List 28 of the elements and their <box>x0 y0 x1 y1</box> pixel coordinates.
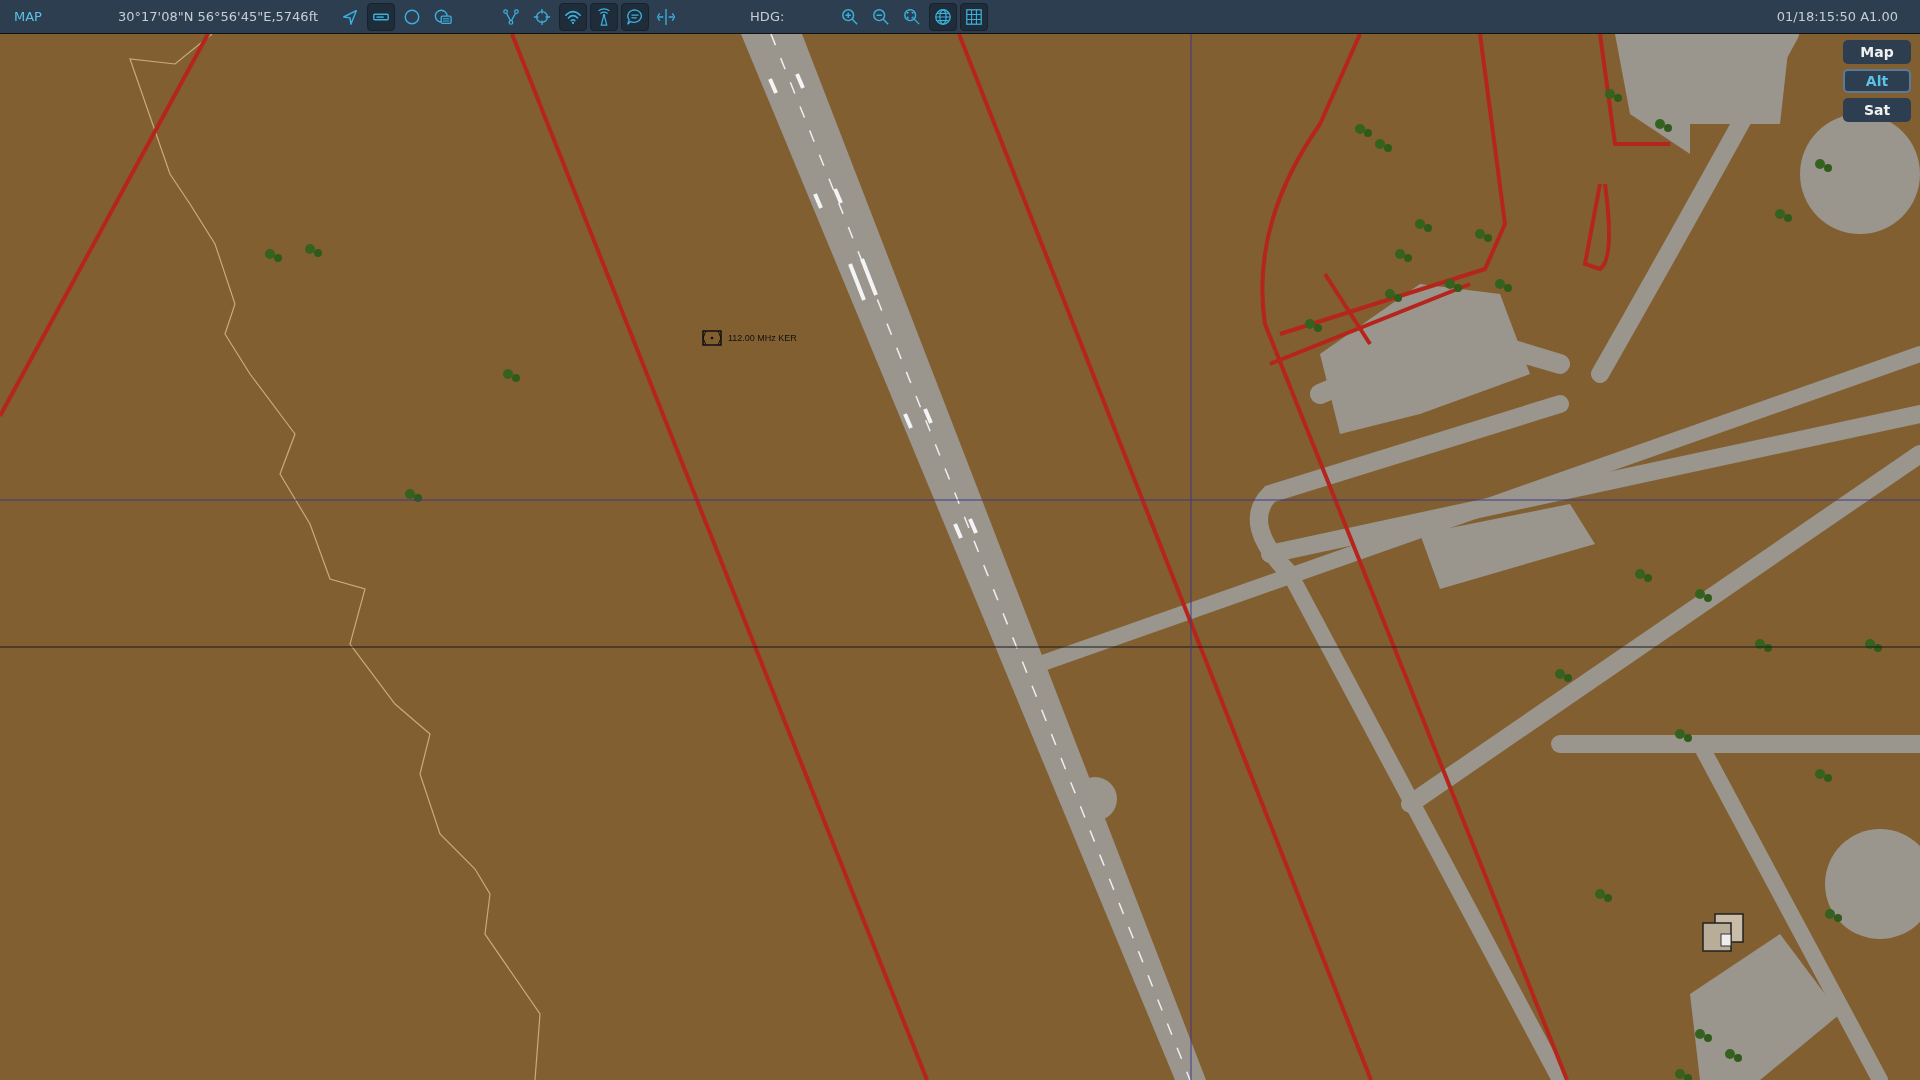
chat-button[interactable] <box>621 2 650 31</box>
map-layer-tab[interactable]: Map <box>1843 40 1911 64</box>
beacon-label: 112.00 MHz KER <box>728 333 797 343</box>
datetime-readout: 01/18:15:50 A1.00 <box>1776 9 1898 24</box>
split-arrows-icon <box>657 7 676 26</box>
map-title: MAP <box>14 9 43 24</box>
zoom-fit-icon <box>903 7 922 26</box>
map-layer-tab[interactable]: Alt <box>1843 69 1911 93</box>
storage-tank-icon <box>1702 913 1744 952</box>
circle-icon <box>403 7 422 26</box>
crosshair-icon <box>533 7 552 26</box>
grid-button[interactable] <box>960 2 989 31</box>
chat-icon <box>626 7 645 26</box>
zoom-in-icon <box>841 7 860 26</box>
navigation-arrow-icon <box>341 7 360 26</box>
grid-icon <box>965 7 984 26</box>
layers-icon <box>434 7 453 26</box>
ruler-button[interactable] <box>367 2 396 31</box>
globe-icon <box>934 7 953 26</box>
globe-button[interactable] <box>929 2 958 31</box>
coordinates-readout: 30°17'08"N 56°56'45"E,5746ft <box>118 9 319 24</box>
wifi-button[interactable] <box>559 2 588 31</box>
branch-icon <box>502 7 521 26</box>
radio-tower-button[interactable] <box>590 2 619 31</box>
beacon-icon <box>702 330 722 346</box>
map-layer-tab[interactable]: Sat <box>1843 98 1911 122</box>
heading-label: HDG: <box>750 9 785 24</box>
zoom-out-icon <box>872 7 891 26</box>
